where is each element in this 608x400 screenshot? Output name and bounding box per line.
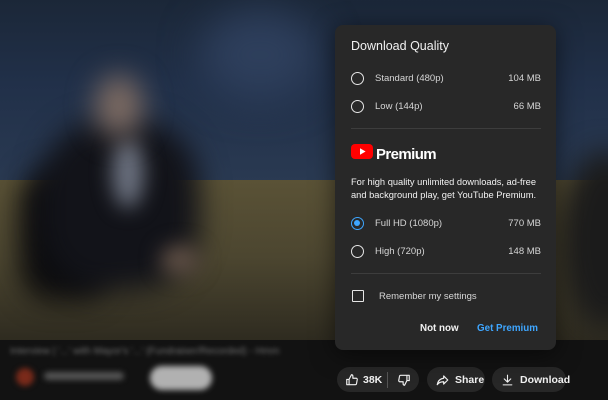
- thumbs-down-icon: [397, 373, 411, 387]
- option-label-1080p: Full HD (1080p): [375, 217, 443, 229]
- remember-settings-label: Remember my settings: [379, 290, 477, 302]
- quality-option-144p[interactable]: Low (144p) 66 MB: [351, 98, 541, 114]
- option-size-1080p: 770 MB: [508, 217, 541, 229]
- radio-480p[interactable]: [351, 71, 364, 85]
- quality-option-480p[interactable]: Standard (480p) 104 MB: [351, 70, 541, 86]
- option-label-720p: High (720p): [375, 245, 425, 257]
- divider: [351, 273, 541, 274]
- remember-settings-checkbox[interactable]: [352, 290, 364, 302]
- radio-144p[interactable]: [351, 99, 364, 113]
- like-count: 38K: [363, 373, 383, 386]
- youtube-premium-logo: Premium: [351, 144, 437, 164]
- dislike-button[interactable]: [388, 373, 419, 387]
- channel-name-blurred: [44, 372, 124, 380]
- get-premium-button[interactable]: Get Premium: [477, 323, 538, 334]
- subscribe-button-blurred: [150, 366, 212, 390]
- share-button[interactable]: Share: [427, 367, 485, 392]
- premium-description: For high quality unlimited downloads, ad…: [351, 177, 537, 200]
- divider: [351, 128, 541, 129]
- option-size-480p: 104 MB: [508, 72, 541, 84]
- video-title-blurred: Interview | '...' with Mayor's '...' (Fu…: [10, 346, 280, 357]
- download-button[interactable]: Download: [492, 367, 570, 392]
- option-label-480p: Standard (480p): [375, 72, 444, 84]
- download-quality-dialog: Download Quality Standard (480p) 104 MB …: [335, 25, 556, 350]
- youtube-play-icon: [351, 144, 373, 164]
- option-size-720p: 148 MB: [508, 245, 541, 257]
- share-label: Share: [455, 373, 485, 386]
- not-now-button[interactable]: Not now: [420, 323, 459, 334]
- like-button[interactable]: 38K: [337, 373, 387, 387]
- option-label-144p: Low (144p): [375, 100, 423, 112]
- like-dislike-group: 38K: [337, 367, 419, 392]
- option-size-144p: 66 MB: [513, 100, 541, 112]
- quality-option-720p[interactable]: High (720p) 148 MB: [351, 243, 541, 259]
- share-icon: [435, 373, 450, 387]
- radio-720p[interactable]: [351, 244, 364, 258]
- download-icon: [501, 373, 514, 387]
- dialog-title: Download Quality: [351, 39, 449, 53]
- remember-settings-row[interactable]: Remember my settings: [352, 290, 477, 302]
- quality-option-1080p[interactable]: Full HD (1080p) 770 MB: [351, 215, 541, 231]
- premium-logo-text: Premium: [376, 145, 437, 163]
- radio-1080p-selected[interactable]: [351, 216, 364, 230]
- channel-avatar: [16, 368, 34, 386]
- thumbs-up-icon: [345, 373, 359, 387]
- download-label: Download: [520, 373, 571, 386]
